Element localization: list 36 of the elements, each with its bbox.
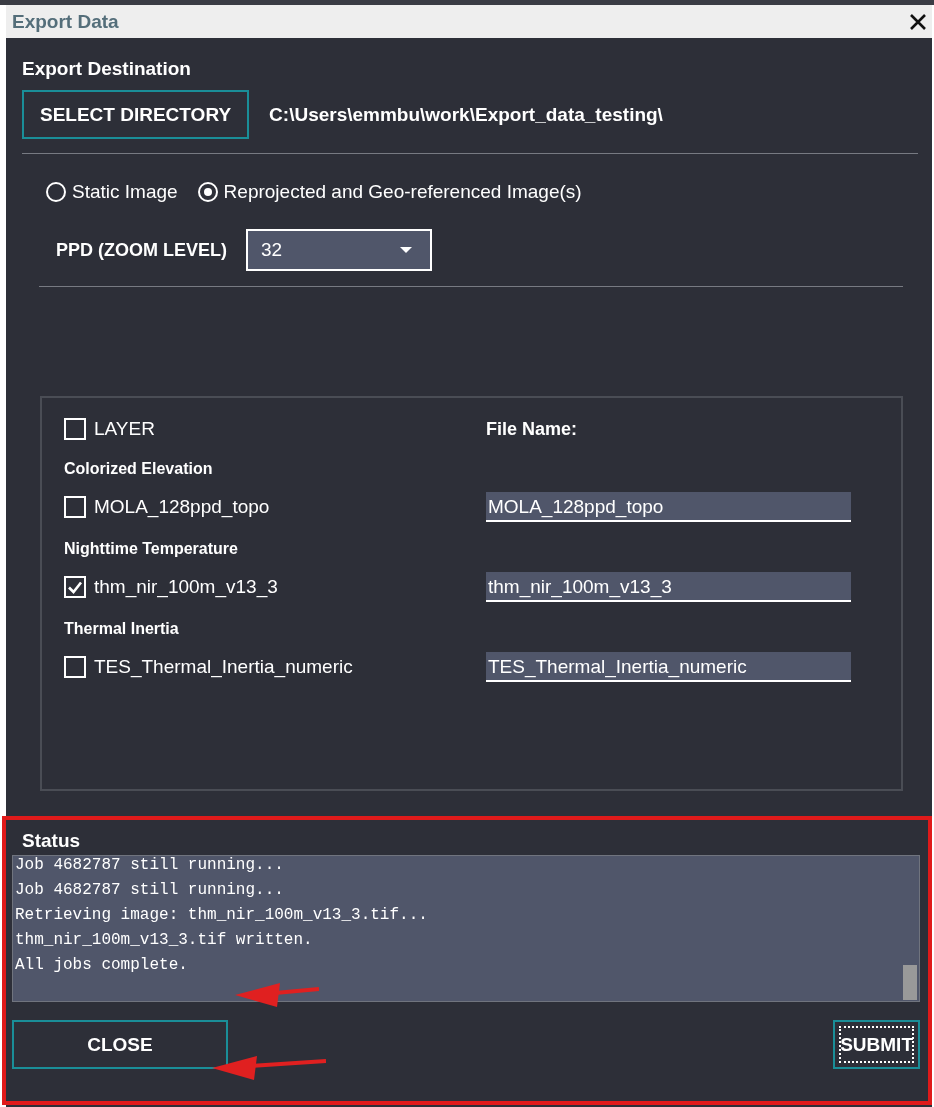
window-title: Export Data (12, 10, 119, 33)
radio-label: Reprojected and Geo-referenced Image(s) (223, 181, 582, 203)
close-button[interactable]: CLOSE (12, 1020, 228, 1069)
radio-button[interactable] (46, 182, 66, 202)
close-icon[interactable] (908, 11, 928, 32)
radio-label: Static Image (72, 181, 178, 203)
checkbox[interactable] (64, 656, 86, 678)
file-name-field[interactable]: thm_nir_100m_v13_3 (486, 572, 851, 602)
log-line: thm_nir_100m_v13_3.tif written. (15, 930, 314, 951)
layer-name: thm_nir_100m_v13_3 (94, 576, 278, 598)
log-line: Retrieving image: thm_nir_100m_v13_3.tif... (15, 905, 429, 926)
file-name-field[interactable]: MOLA_128ppd_topo (486, 492, 851, 522)
checkbox[interactable] (64, 418, 86, 440)
layer-name: MOLA_128ppd_topo (94, 496, 270, 518)
directory-path: C:\Users\emmbu\work\Export_data_testing\ (269, 103, 663, 126)
log-line: Job 4682787 still running... (15, 880, 285, 901)
column-header: File Name: (486, 418, 578, 440)
column-header: LAYER (94, 418, 155, 440)
caret-icon (400, 247, 412, 253)
log-line: All jobs complete. (15, 955, 189, 976)
section-title: Status (22, 829, 82, 852)
section-title: Export Destination (22, 57, 192, 80)
checkbox[interactable] (64, 576, 86, 598)
submit-button[interactable]: SUBMIT (833, 1020, 920, 1069)
group-title: Colorized Elevation (64, 459, 214, 479)
file-name-field[interactable]: TES_Thermal_Inertia_numeric (486, 652, 851, 682)
checkbox[interactable] (64, 496, 86, 518)
layer-name: TES_Thermal_Inertia_numeric (94, 656, 353, 678)
group-title: Nighttime Temperature (64, 539, 239, 559)
log-line: Job 4682787 still running... (15, 855, 285, 876)
select-directory-button[interactable]: SELECT DIRECTORY (22, 90, 250, 139)
scrollbar-thumb[interactable] (903, 965, 917, 1000)
field-label: PPD (ZOOM LEVEL) (56, 239, 227, 261)
group-title: Thermal Inertia (64, 619, 180, 639)
radio-button[interactable] (197, 182, 218, 202)
zoom-level-dropdown[interactable]: 32 (246, 229, 432, 271)
